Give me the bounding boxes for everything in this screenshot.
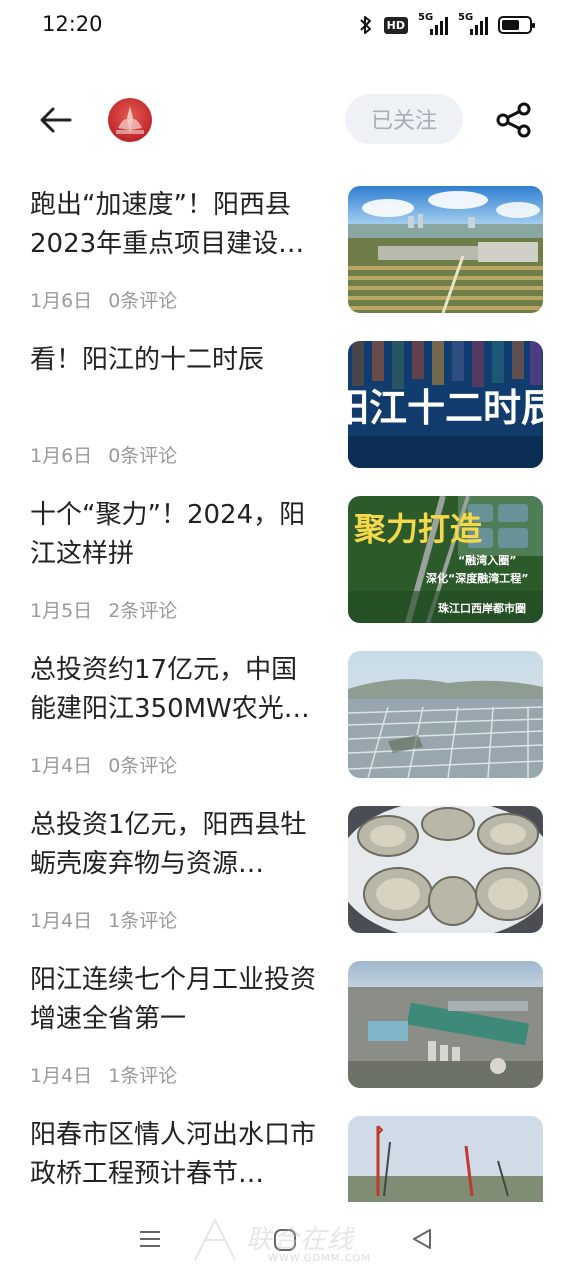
article-title: 十个“聚力”！2024，阳江这样拼 <box>30 500 306 569</box>
article-thumbnail <box>348 961 543 1088</box>
article-meta: 1月5日 2条评论 <box>30 596 177 623</box>
article-thumbnail <box>348 806 543 933</box>
navigation-bar: 联合在线 WWW.GDMM.COM <box>0 1205 572 1280</box>
article-title: 阳江连续七个月工业投资增速全省第一 <box>30 965 317 1034</box>
article-title: 总投资约17亿元，中国能建阳江350MW农光… <box>30 655 310 724</box>
article-item[interactable]: 总投资约17亿元，中国能建阳江350MW农光… 1月4日 0条评论 <box>0 637 572 792</box>
article-title: 跑出“加速度”！阳西县2023年重点项目建设… <box>30 190 305 259</box>
article-date: 1月5日 <box>30 600 93 622</box>
watermark-url: WWW.GDMM.COM <box>268 1253 372 1264</box>
status-time: 12:20 <box>42 12 103 36</box>
article-date: 1月6日 <box>30 290 93 312</box>
article-title: 总投资1亿元，阳西县牡蛎壳废弃物与资源… <box>30 810 307 879</box>
article-item[interactable]: 阳春市区情人河出水口市政桥工程预计春节… <box>0 1102 572 1202</box>
home-icon[interactable] <box>272 1227 298 1253</box>
article-comments: 0条评论 <box>108 445 178 467</box>
follow-button[interactable]: 已关注 <box>345 94 463 144</box>
poster-big-text: 聚力打造 <box>353 510 482 548</box>
signal-5g-icon: 5G <box>418 13 448 37</box>
article-item[interactable]: 总投资1亿元，阳西县牡蛎壳废弃物与资源… 1月4日 1条评论 <box>0 792 572 947</box>
article-meta: 1月6日 0条评论 <box>30 286 177 313</box>
article-item[interactable]: 十个“聚力”！2024，阳江这样拼 1月5日 2条评论 聚力打造 “融湾入圈” 深… <box>0 482 572 637</box>
status-bar: 12:20 HD 5G 5G <box>0 0 572 52</box>
battery-icon <box>498 16 535 34</box>
article-title: 看！阳江的十二时辰 <box>30 345 265 375</box>
watermark-logo-icon <box>194 1217 236 1261</box>
status-icons: HD 5G 5G <box>358 12 535 38</box>
article-meta: 1月4日 1条评论 <box>30 906 177 933</box>
back-triangle-icon[interactable] <box>410 1227 434 1251</box>
article-feed[interactable]: 跑出“加速度”！阳西县2023年重点项目建设… 1月6日 0条评论 看！阳江的十… <box>0 172 572 1202</box>
article-thumbnail <box>348 651 543 778</box>
hd-icon: HD <box>383 16 408 34</box>
article-comments: 2条评论 <box>108 600 178 622</box>
article-meta: 1月4日 1条评论 <box>30 1061 177 1088</box>
article-meta: 1月4日 0条评论 <box>30 751 177 778</box>
signal-5g-icon: 5G <box>458 13 488 37</box>
watermark-text: 联合在线 <box>246 1225 355 1255</box>
avatar-logo-icon <box>116 106 144 134</box>
back-button[interactable] <box>36 100 76 140</box>
article-item[interactable]: 跑出“加速度”！阳西县2023年重点项目建设… 1月6日 0条评论 <box>0 172 572 327</box>
article-comments: 1条评论 <box>108 1065 178 1087</box>
article-comments: 0条评论 <box>108 290 178 312</box>
article-date: 1月4日 <box>30 910 93 932</box>
article-item[interactable]: 看！阳江的十二时辰 1月6日 0条评论 阳江十二时辰 <box>0 327 572 482</box>
article-date: 1月4日 <box>30 755 93 777</box>
article-item[interactable]: 阳江连续七个月工业投资增速全省第一 1月4日 1条评论 <box>0 947 572 1102</box>
avatar[interactable] <box>108 98 152 142</box>
poster-text: 阳江十二时辰 <box>348 386 543 430</box>
article-thumbnail <box>348 1116 543 1202</box>
article-thumbnail: 阳江十二时辰 <box>348 341 543 468</box>
article-date: 1月6日 <box>30 445 93 467</box>
article-meta: 1月6日 0条评论 <box>30 441 177 468</box>
article-thumbnail: 聚力打造 “融湾入圈” 深化“深度融湾工程” 珠江口西岸都市圈 <box>348 496 543 623</box>
menu-icon[interactable] <box>138 1227 162 1251</box>
poster-tag: 珠江口西岸都市圈 <box>438 601 526 615</box>
article-comments: 0条评论 <box>108 755 178 777</box>
header: 已关注 <box>0 90 572 150</box>
bluetooth-icon <box>359 16 371 34</box>
article-date: 1月4日 <box>30 1065 93 1087</box>
article-comments: 1条评论 <box>108 910 178 932</box>
article-title: 阳春市区情人河出水口市政桥工程预计春节… <box>30 1120 317 1189</box>
poster-tag: 深化“深度融湾工程” <box>426 571 528 585</box>
poster-tag: “融湾入圈” <box>458 553 516 567</box>
share-button[interactable] <box>494 100 534 140</box>
article-thumbnail <box>348 186 543 313</box>
